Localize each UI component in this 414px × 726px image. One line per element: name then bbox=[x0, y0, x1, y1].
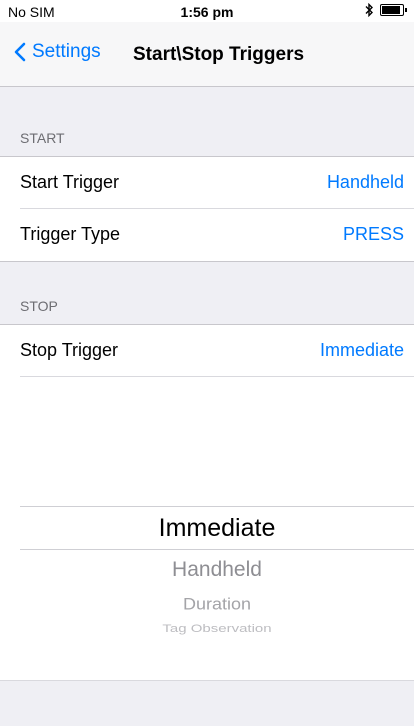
row-stop-trigger[interactable]: Stop Trigger Immediate bbox=[0, 325, 414, 377]
section-header-start: START bbox=[0, 87, 414, 156]
row-trigger-type[interactable]: Trigger Type PRESS bbox=[0, 209, 414, 261]
navigation-bar: Settings Start\Stop Triggers bbox=[0, 22, 414, 87]
picker-option[interactable]: Duration bbox=[20, 595, 414, 614]
chevron-left-icon bbox=[14, 42, 26, 62]
status-time: 1:56 pm bbox=[180, 4, 234, 20]
section-header-stop: STOP bbox=[0, 262, 414, 324]
picker-option[interactable]: Handheld bbox=[20, 558, 414, 582]
battery-icon bbox=[380, 4, 407, 16]
row-label: Stop Trigger bbox=[20, 340, 119, 360]
row-label: Trigger Type bbox=[20, 224, 121, 244]
bluetooth-icon bbox=[365, 3, 373, 17]
bottom-bar bbox=[0, 680, 414, 726]
row-label: Start Trigger bbox=[20, 172, 120, 192]
row-value: Immediate bbox=[319, 340, 404, 360]
picker-option[interactable]: Tag Observation bbox=[20, 622, 414, 635]
section-header-stop-label: STOP bbox=[20, 298, 58, 314]
section-header-start-label: START bbox=[20, 130, 65, 146]
row-value: PRESS bbox=[342, 224, 404, 244]
back-label: Settings bbox=[32, 41, 101, 62]
page-title: Start\Stop Triggers bbox=[133, 44, 305, 65]
picker-top-line bbox=[20, 506, 414, 507]
status-bar: No SIM 1:56 pm bbox=[0, 0, 414, 22]
trigger-picker[interactable]: Immediate Handheld Duration Tag Observat… bbox=[20, 506, 414, 676]
row-start-trigger[interactable]: Start Trigger Handheld bbox=[0, 157, 414, 209]
picker-bottom-line bbox=[20, 549, 414, 550]
status-icons bbox=[364, 3, 407, 17]
back-button[interactable]: Settings bbox=[14, 41, 101, 63]
row-value: Handheld bbox=[326, 172, 404, 192]
divider bbox=[20, 376, 414, 377]
picker-option-selected[interactable]: Immediate bbox=[20, 514, 414, 543]
